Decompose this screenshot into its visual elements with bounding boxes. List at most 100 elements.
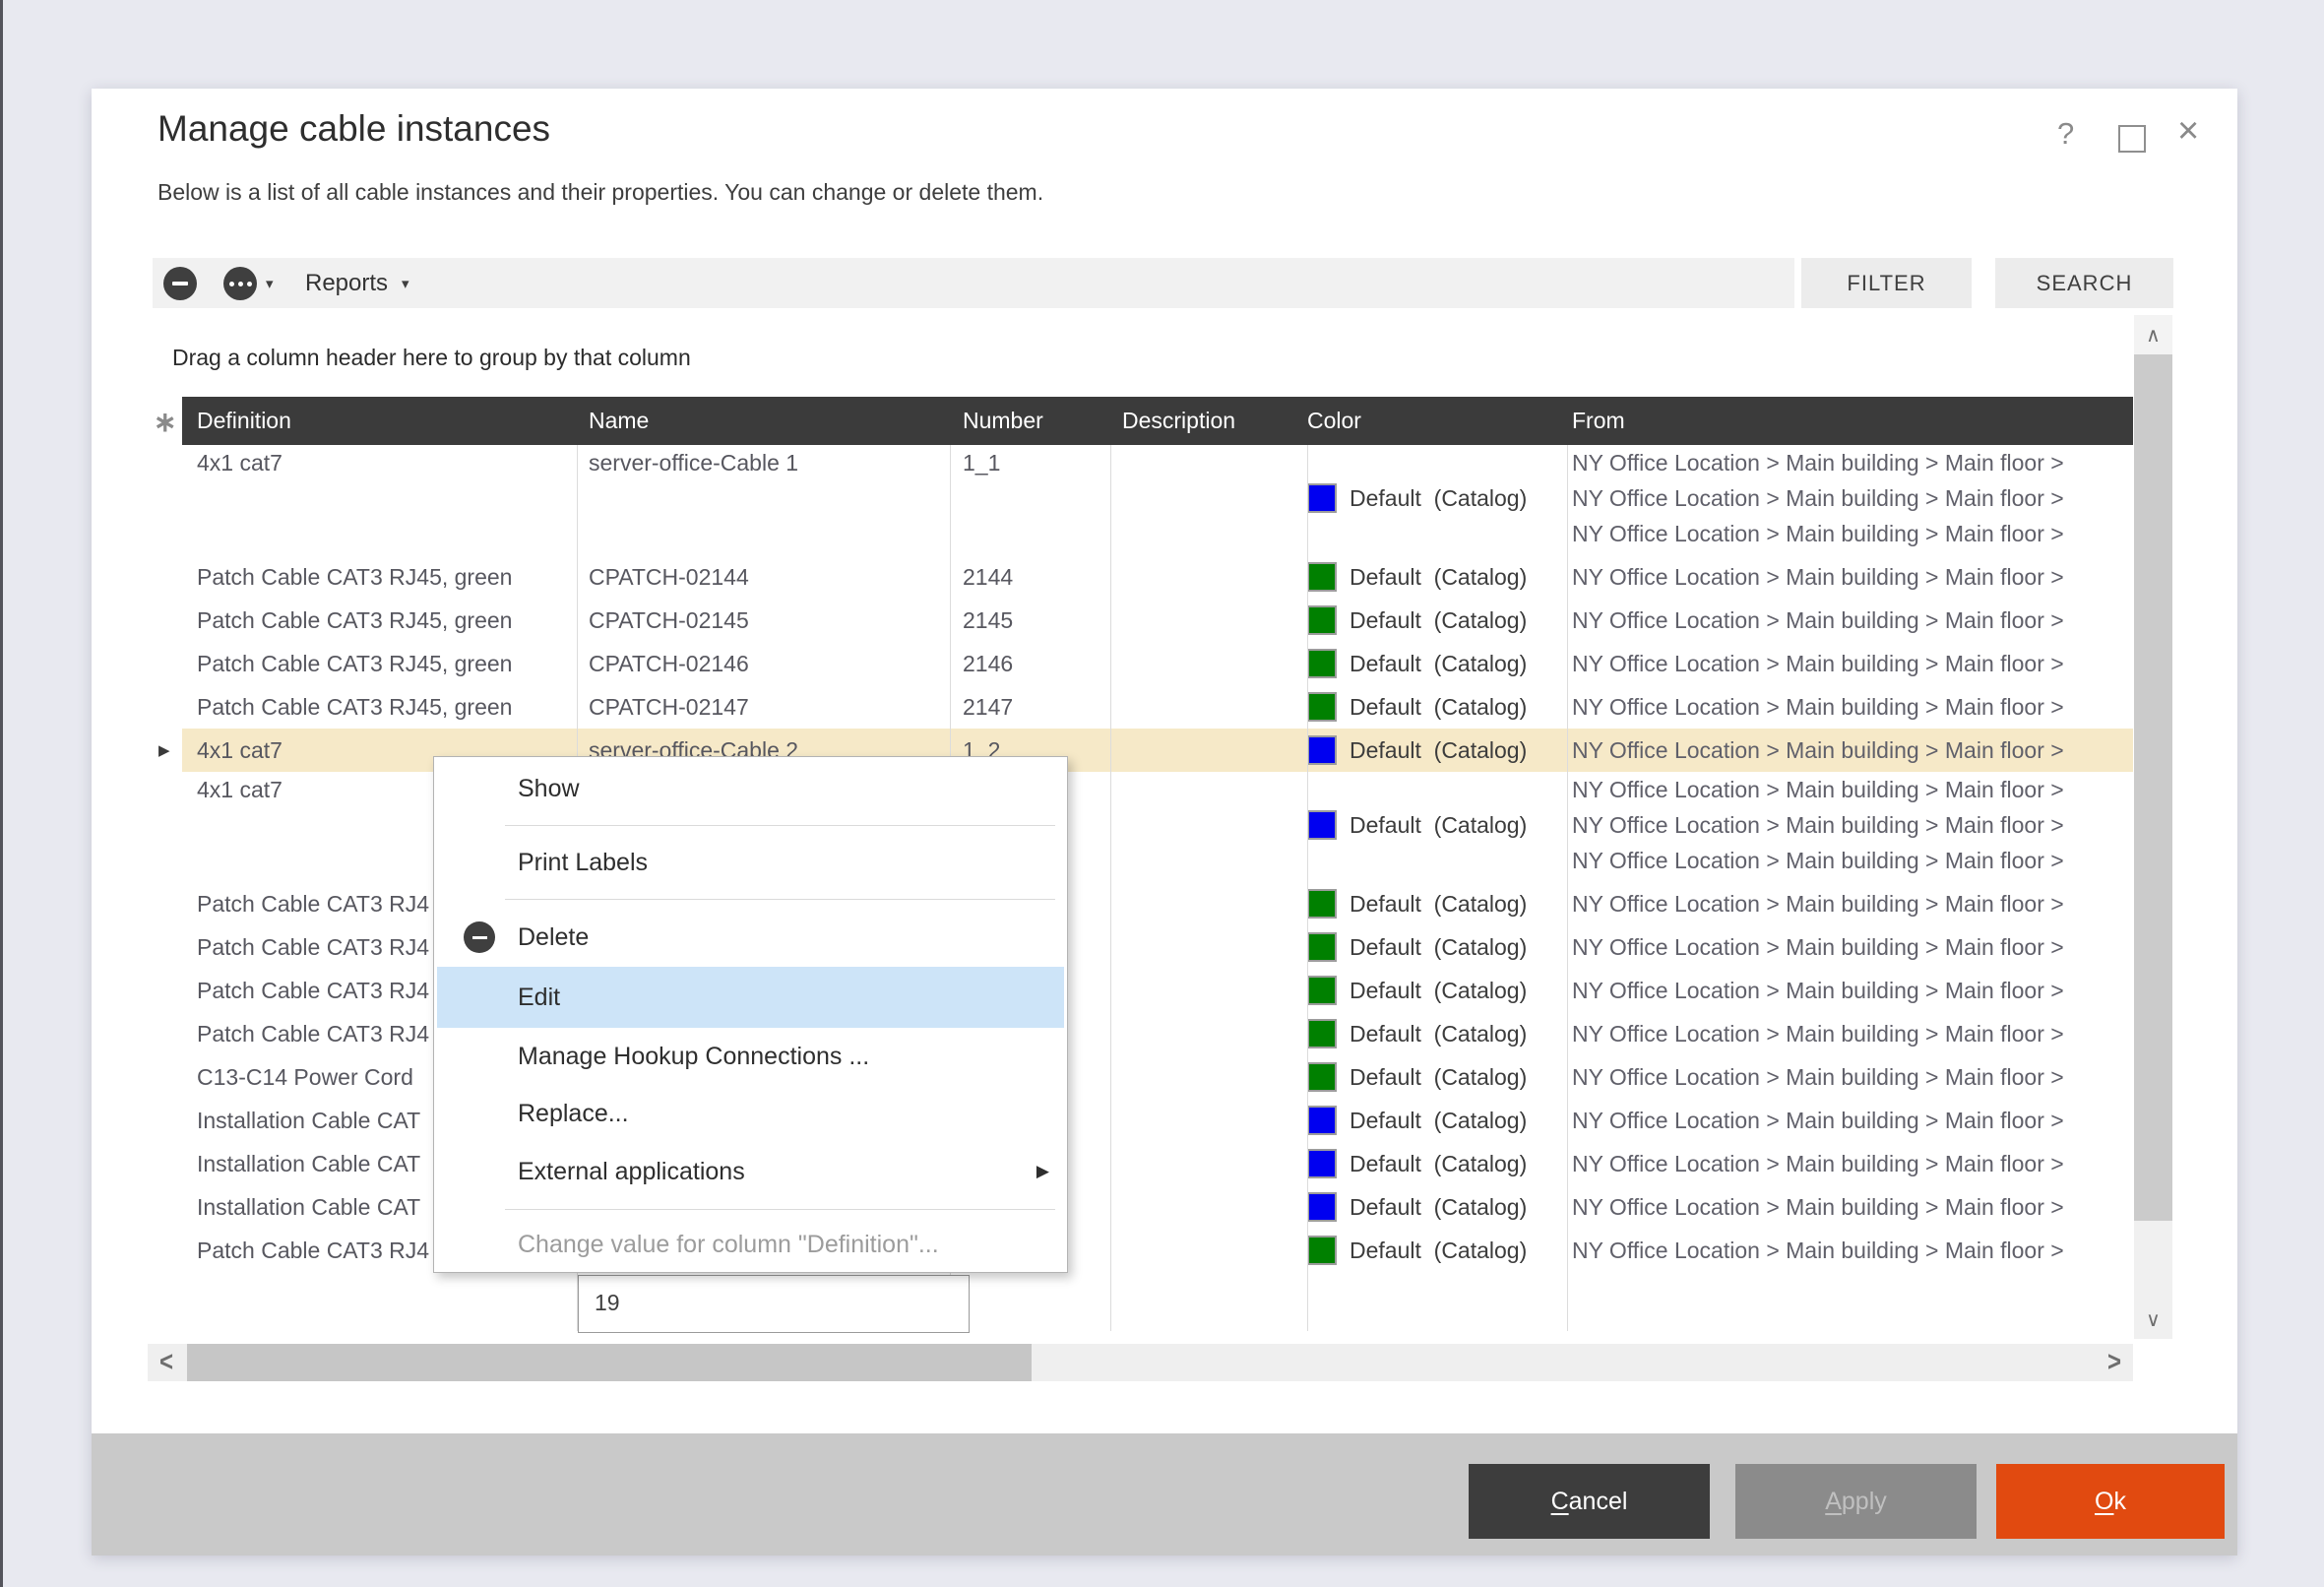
cell-from: NY Office Location > Main building > Mai… [1572,555,2133,599]
table-row[interactable]: 4x1 cat7server-office-Cable 11_1Default … [182,445,2133,555]
cell-color: Default (Catalog) [1307,882,1565,925]
color-label: Default (Catalog) [1337,1238,1527,1264]
menu-item-external-applications[interactable]: External applications▶ [434,1142,1067,1201]
color-swatch [1307,889,1337,919]
reports-dropdown[interactable]: Reports ▾ [305,258,409,308]
color-label: Default (Catalog) [1337,891,1527,918]
cell-color: Default (Catalog) [1307,1142,1565,1185]
color-label: Default (Catalog) [1337,485,1527,512]
table-row[interactable]: Patch Cable CAT3 RJ45, green CPATCH-02144… [182,555,2133,599]
table-row[interactable]: Patch Cable CAT3 RJ45, greenCPATCH-02146… [182,642,2133,685]
cell-number: 2144 [963,555,1120,599]
column-chooser-icon[interactable]: ∗ [154,406,176,438]
apply-button[interactable]: Apply [1735,1464,1977,1539]
color-swatch [1307,810,1337,840]
cell-color: Default (Catalog) [1307,1099,1565,1142]
help-icon[interactable]: ? [2057,116,2074,152]
chevron-down-icon[interactable]: ▾ [266,275,274,292]
cancel-button[interactable]: Cancel [1469,1464,1710,1539]
color-swatch [1307,735,1337,765]
scroll-up-icon[interactable]: ∧ [2134,315,2172,354]
cell-from: NY Office Location > Main building > Mai… [1572,773,2133,806]
menu-separator [505,1209,1055,1210]
menu-item-show[interactable]: Show [434,760,1067,817]
table-row[interactable]: Patch Cable CAT3 RJ45, greenCPATCH-02147… [182,685,2133,729]
table-header: Definition Name Number Description Color… [182,397,2133,445]
cell-from: NY Office Location > Main building > Mai… [1572,1229,2133,1272]
remove-button[interactable] [163,267,197,300]
ok-button[interactable]: Ok [1996,1464,2225,1539]
column-header-number[interactable]: Number [963,397,1043,445]
color-swatch [1307,1149,1337,1178]
color-label: Default (Catalog) [1337,737,1527,764]
color-swatch [1307,562,1337,592]
column-header-definition[interactable]: Definition [197,397,291,445]
column-header-name[interactable]: Name [589,397,649,445]
color-label: Default (Catalog) [1337,812,1527,839]
menu-item-print-labels[interactable]: Print Labels [434,834,1067,891]
vertical-scrollbar[interactable]: ∧ ∨ [2134,315,2172,1339]
cell-name: CPATCH-02144 [589,555,933,599]
color-label: Default (Catalog) [1337,1108,1527,1134]
menu-item-edit[interactable]: Edit [437,967,1064,1028]
menu-item-replace[interactable]: Replace... [434,1085,1067,1142]
cell-definition: Patch Cable CAT3 RJ45, green [197,599,576,642]
cell-from: NY Office Location > Main building > Mai… [1572,882,2133,925]
color-swatch [1307,605,1337,635]
cell-definition: Patch Cable CAT3 RJ45, green [197,685,576,729]
reports-label: Reports [305,270,388,297]
submenu-arrow-icon: ▶ [1036,1162,1049,1181]
color-swatch [1307,1192,1337,1222]
cell-from: NY Office Location > Main building > Mai… [1572,1099,2133,1142]
cell-color: Default (Catalog) [1307,642,1565,685]
scroll-left-icon[interactable]: < [148,1340,185,1385]
menu-separator [505,899,1055,900]
ellipsis-icon [229,282,252,286]
cell-from: NY Office Location > Main building > Mai… [1572,729,2133,772]
cell-color: Default (Catalog) [1307,1012,1565,1055]
cell-from: NY Office Location > Main building > Mai… [1572,925,2133,969]
column-header-from[interactable]: From [1572,397,1625,445]
column-header-description[interactable]: Description [1122,397,1235,445]
cell-number: 2145 [963,599,1120,642]
menu-item-label: Print Labels [518,849,648,877]
horizontal-scrollbar-thumb[interactable] [187,1344,1032,1381]
color-swatch [1307,1236,1337,1265]
menu-item-manage-hookup-connections[interactable]: Manage Hookup Connections ... [434,1028,1067,1085]
cell-from: NY Office Location > Main building > Mai… [1572,517,2133,550]
column-header-color[interactable]: Color [1307,397,1361,445]
scroll-down-icon[interactable]: ∨ [2134,1300,2172,1339]
cell-from: NY Office Location > Main building > Mai… [1572,685,2133,729]
cell-from: NY Office Location > Main building > Mai… [1572,1142,2133,1185]
cell-from: NY Office Location > Main building > Mai… [1572,808,2133,842]
maximize-icon[interactable] [2118,125,2146,153]
cell-definition: Patch Cable CAT3 RJ45, green [197,555,576,599]
menu-item-change-value-for-column-definition[interactable]: Change value for column "Definition"... [434,1218,1067,1271]
inline-edit-cell[interactable]: 19 [578,1275,970,1333]
cell-from: NY Office Location > Main building > Mai… [1572,446,2133,479]
close-icon[interactable]: × [2177,110,2199,153]
cell-from: NY Office Location > Main building > Mai… [1572,481,2133,515]
horizontal-scrollbar[interactable]: < > [148,1344,2133,1381]
more-actions-button[interactable] [223,267,257,300]
cell-from: NY Office Location > Main building > Mai… [1572,1012,2133,1055]
scroll-right-icon[interactable]: > [2096,1340,2133,1385]
menu-item-delete[interactable]: Delete [434,908,1067,967]
search-button[interactable]: SEARCH [1995,258,2173,308]
minus-circle-icon [464,921,495,953]
cell-number: 2147 [963,685,1120,729]
page-title: Manage cable instances [157,108,550,150]
cell-from: NY Office Location > Main building > Mai… [1572,642,2133,685]
cell-color: Default (Catalog) [1307,729,1565,772]
cell-color: Default (Catalog) [1307,1185,1565,1229]
color-label: Default (Catalog) [1337,564,1527,591]
color-swatch [1307,1106,1337,1135]
cell-color: Default (Catalog) [1307,925,1565,969]
cell-color: Default (Catalog) [1307,481,1565,515]
table-row[interactable]: Patch Cable CAT3 RJ45, greenCPATCH-02145… [182,599,2133,642]
context-menu: Show Print Labels DeleteEditManage Hookup … [433,756,1068,1273]
vertical-scrollbar-thumb[interactable] [2134,354,2172,1221]
color-label: Default (Catalog) [1337,607,1527,634]
menu-item-label: Change value for column "Definition"... [518,1231,939,1259]
filter-button[interactable]: FILTER [1801,258,1972,308]
